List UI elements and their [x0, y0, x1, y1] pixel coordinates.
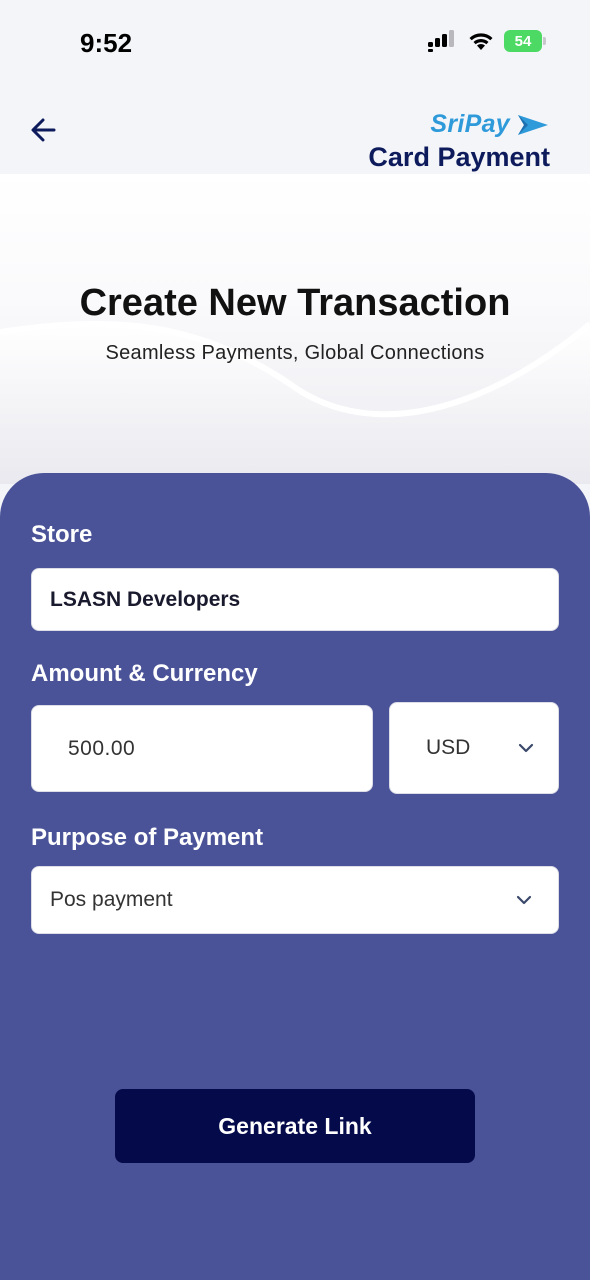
amount-input[interactable]: 500.00 — [31, 705, 373, 792]
brand-logo: SriPay — [430, 110, 550, 139]
purpose-label: Purpose of Payment — [31, 824, 264, 851]
transaction-form: Store LSASN Developers Amount & Currency… — [0, 473, 590, 1280]
currency-value: USD — [426, 736, 471, 759]
amount-value: 500.00 — [68, 736, 136, 760]
battery-icon: 54 — [504, 30, 546, 52]
hero-wave-graphic — [0, 320, 590, 484]
wifi-icon — [469, 33, 493, 50]
amount-currency-label: Amount & Currency — [31, 660, 258, 687]
play-arrow-icon — [518, 114, 548, 135]
hero-subtitle: Seamless Payments, Global Connections — [105, 342, 485, 364]
purpose-value: Pos payment — [50, 888, 173, 911]
store-field[interactable]: LSASN Developers — [31, 568, 559, 631]
chevron-down-icon — [516, 895, 532, 905]
store-value: LSASN Developers — [50, 587, 241, 611]
store-label: Store — [31, 521, 93, 548]
hero-banner: Create New Transaction Seamless Payments… — [0, 174, 590, 484]
generate-link-button[interactable]: Generate Link — [115, 1089, 475, 1163]
purpose-select[interactable]: Pos payment — [31, 866, 559, 934]
back-arrow-icon[interactable] — [26, 112, 62, 148]
currency-select[interactable]: USD — [389, 702, 559, 794]
signal-icon — [428, 30, 454, 52]
chevron-down-icon — [518, 743, 534, 753]
status-icons: 54 — [428, 30, 546, 52]
status-bar: 9:52 54 — [0, 0, 590, 90]
brand-name: SriPay — [430, 110, 510, 138]
status-time: 9:52 — [80, 28, 133, 58]
hero-title: Create New Transaction — [79, 282, 511, 324]
card-payment-screen: 9:52 54 SriPay Card Payment Create New T… — [0, 0, 590, 1280]
page-title: Card Payment — [368, 142, 550, 172]
